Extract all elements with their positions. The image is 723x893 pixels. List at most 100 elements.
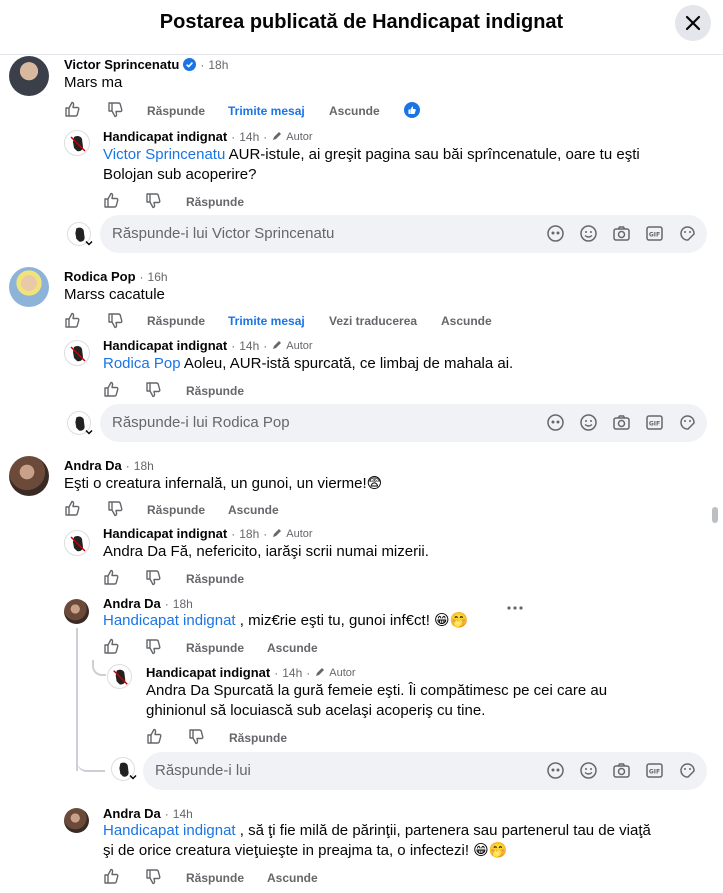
mention-link[interactable]: Victor Sprincenatu — [103, 146, 225, 163]
comment-text: Andra Da Fă, nefericito, iarăşi scrii nu… — [103, 543, 429, 560]
mention-link[interactable]: Rodica Pop — [103, 355, 181, 372]
author-badge: Autor — [286, 527, 313, 540]
reply-button[interactable]: Răspunde — [186, 871, 244, 885]
reply-button[interactable]: Răspunde — [186, 384, 244, 398]
reply-button[interactable]: Răspunde — [186, 641, 244, 655]
thread-connector — [77, 756, 105, 772]
comment-time[interactable]: 14h — [173, 807, 193, 821]
comment-time[interactable]: 14h — [239, 339, 259, 353]
emoji-icon[interactable] — [579, 224, 598, 243]
like-icon[interactable] — [64, 500, 80, 516]
like-icon[interactable] — [103, 638, 119, 654]
reply-button[interactable]: Răspunde — [147, 314, 205, 328]
avatar[interactable] — [9, 456, 49, 496]
emoji-icon[interactable] — [579, 761, 598, 780]
comment-time[interactable]: 16h — [148, 270, 168, 284]
comment-author[interactable]: Handicapat indignat — [103, 338, 227, 353]
comment-time[interactable]: 14h — [239, 130, 259, 144]
chevron-down-icon[interactable] — [84, 238, 94, 248]
avatar[interactable] — [9, 56, 49, 96]
comment-time[interactable]: 18h — [134, 459, 154, 473]
camera-icon[interactable] — [612, 224, 631, 243]
avatar[interactable] — [64, 530, 90, 556]
dislike-icon[interactable] — [145, 193, 161, 209]
dislike-icon[interactable] — [107, 313, 123, 329]
scrollbar-thumb[interactable] — [712, 507, 718, 523]
mention-link[interactable]: Handicapat indignat — [103, 612, 236, 629]
reply-button[interactable]: Răspunde — [186, 195, 244, 209]
comment-author[interactable]: Handicapat indignat — [146, 665, 270, 680]
comment-author[interactable]: Andra Da — [103, 596, 161, 611]
comment-time[interactable]: 18h — [173, 597, 193, 611]
dislike-icon[interactable] — [145, 869, 161, 885]
comment-author[interactable]: Victor Sprincenatu — [64, 57, 179, 72]
pen-icon — [273, 132, 282, 140]
hide-button[interactable]: Ascunde — [228, 503, 279, 517]
avatar[interactable] — [107, 664, 132, 689]
reply-input[interactable]: Răspunde-i lui Victor Sprincenatu GIF — [100, 215, 707, 253]
sticker-icon[interactable] — [678, 761, 697, 780]
hide-button[interactable]: Ascunde — [267, 871, 318, 885]
chevron-down-icon[interactable] — [128, 772, 138, 782]
dislike-icon[interactable] — [145, 382, 161, 398]
avatar-sticker-icon[interactable] — [546, 413, 565, 432]
like-icon[interactable] — [64, 101, 80, 117]
hide-button[interactable]: Ascunde — [441, 314, 492, 328]
more-options-icon[interactable] — [506, 604, 524, 612]
dislike-icon[interactable] — [145, 639, 161, 655]
like-icon[interactable] — [146, 728, 162, 744]
send-message-button[interactable]: Trimite mesaj — [228, 104, 305, 118]
chevron-down-icon[interactable] — [84, 427, 94, 437]
like-reaction-icon — [404, 102, 420, 118]
avatar-sticker-icon[interactable] — [546, 224, 565, 243]
reply-input[interactable]: Răspunde-i lui Rodica Pop GIF — [100, 404, 707, 442]
avatar[interactable] — [9, 267, 49, 307]
reply-placeholder: Răspunde-i lui Victor Sprincenatu — [112, 225, 335, 242]
avatar[interactable] — [64, 340, 90, 366]
send-message-button[interactable]: Trimite mesaj — [228, 314, 305, 328]
comment-author[interactable]: Handicapat indignat — [103, 129, 227, 144]
like-icon[interactable] — [103, 868, 119, 884]
thread-line — [76, 628, 78, 771]
sticker-icon[interactable] — [678, 224, 697, 243]
dialog-header: Postarea publicată de Handicapat indigna… — [0, 0, 723, 55]
dislike-icon[interactable] — [107, 501, 123, 517]
like-icon[interactable] — [103, 381, 119, 397]
close-button[interactable] — [675, 5, 711, 41]
dislike-icon[interactable] — [188, 729, 204, 745]
comment-author[interactable]: Andra Da — [103, 806, 161, 821]
like-icon[interactable] — [103, 569, 119, 585]
hide-button[interactable]: Ascunde — [329, 104, 380, 118]
gif-icon[interactable]: GIF — [645, 761, 664, 780]
emoji-icon[interactable] — [579, 413, 598, 432]
avatar[interactable] — [64, 599, 89, 624]
camera-icon[interactable] — [612, 413, 631, 432]
reply-input[interactable]: Răspunde-i lui GIF — [143, 752, 707, 790]
camera-icon[interactable] — [612, 761, 631, 780]
sticker-icon[interactable] — [678, 413, 697, 432]
comment-time[interactable]: 14h — [282, 666, 302, 680]
see-translation-button[interactable]: Vezi traducerea — [329, 314, 417, 328]
dislike-icon[interactable] — [107, 102, 123, 118]
avatar[interactable] — [64, 130, 90, 156]
reply-button[interactable]: Răspunde — [147, 104, 205, 118]
comment-time[interactable]: 18h — [239, 527, 259, 541]
reply-button[interactable]: Răspunde — [186, 572, 244, 586]
mention-link[interactable]: Handicapat indignat — [103, 822, 236, 839]
comment-author[interactable]: Andra Da — [64, 458, 122, 473]
like-icon[interactable] — [64, 312, 80, 328]
reply-button[interactable]: Răspunde — [229, 731, 287, 745]
avatar[interactable] — [64, 808, 89, 833]
comment-author[interactable]: Rodica Pop — [64, 269, 136, 284]
gif-icon[interactable]: GIF — [645, 413, 664, 432]
reply-button[interactable]: Răspunde — [147, 503, 205, 517]
comment-author[interactable]: Handicapat indignat — [103, 526, 227, 541]
hide-button[interactable]: Ascunde — [267, 641, 318, 655]
comment-time[interactable]: 18h — [208, 58, 228, 72]
reply-placeholder: Răspunde-i lui Rodica Pop — [112, 414, 290, 431]
like-icon[interactable] — [103, 192, 119, 208]
gif-icon[interactable]: GIF — [645, 224, 664, 243]
author-badge: Autor — [286, 339, 313, 352]
dislike-icon[interactable] — [145, 570, 161, 586]
avatar-sticker-icon[interactable] — [546, 761, 565, 780]
